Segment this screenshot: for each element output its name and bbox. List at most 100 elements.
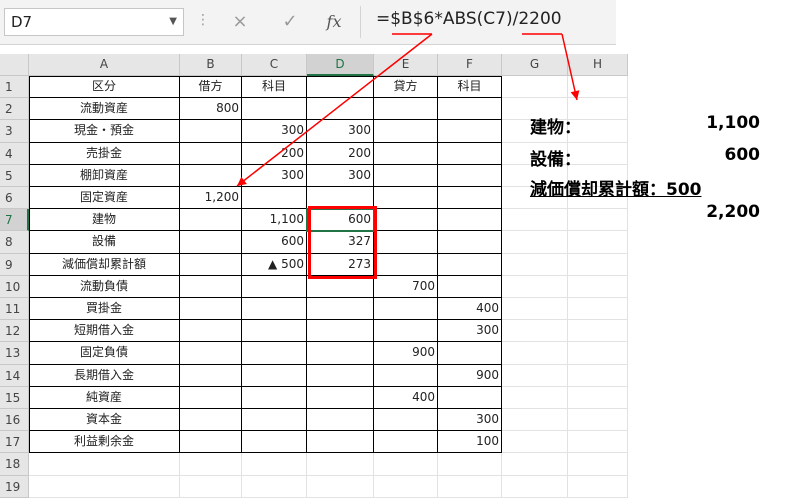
- cell-e18[interactable]: [374, 453, 438, 476]
- cell-b14[interactable]: [180, 364, 242, 387]
- formula-input[interactable]: =$B$6*ABS(C7)/2200: [376, 9, 562, 29]
- cell-f1[interactable]: 科目: [438, 76, 502, 99]
- cell-c14[interactable]: [242, 364, 307, 387]
- cell-d16[interactable]: [307, 409, 374, 432]
- cell-b13[interactable]: [180, 342, 242, 365]
- cell-b15[interactable]: [180, 386, 242, 409]
- cell-g9[interactable]: [502, 253, 568, 276]
- cell-h9[interactable]: [568, 253, 628, 276]
- cell-h18[interactable]: [568, 453, 628, 476]
- cell-h16[interactable]: [568, 409, 628, 432]
- column-header-e[interactable]: E: [374, 54, 438, 76]
- cell-e4[interactable]: [374, 142, 438, 165]
- cell-a18[interactable]: [29, 453, 180, 476]
- cell-f14[interactable]: 900: [438, 364, 502, 387]
- cell-d3[interactable]: 300: [307, 120, 374, 143]
- cell-h17[interactable]: [568, 431, 628, 454]
- cell-c3[interactable]: 300: [242, 120, 307, 143]
- row-header-11[interactable]: 11: [0, 298, 29, 321]
- cell-f12[interactable]: 300: [438, 320, 502, 343]
- cell-c11[interactable]: [242, 298, 307, 321]
- cell-d4[interactable]: 200: [307, 142, 374, 165]
- cell-a8[interactable]: 設備: [29, 231, 180, 254]
- cell-a6[interactable]: 固定資産: [29, 187, 180, 210]
- cell-b6[interactable]: 1,200: [180, 187, 242, 210]
- cell-e16[interactable]: [374, 409, 438, 432]
- cell-c9[interactable]: ▲ 500: [242, 253, 307, 276]
- cell-b11[interactable]: [180, 298, 242, 321]
- cell-g13[interactable]: [502, 342, 568, 365]
- row-header-9[interactable]: 9: [0, 253, 29, 276]
- cell-d8[interactable]: 327: [307, 231, 374, 254]
- cell-d7[interactable]: 600: [307, 209, 374, 232]
- cell-d6[interactable]: [307, 187, 374, 210]
- cell-c15[interactable]: [242, 386, 307, 409]
- cell-d13[interactable]: [307, 342, 374, 365]
- cell-e19[interactable]: [374, 475, 438, 498]
- cell-e5[interactable]: [374, 164, 438, 187]
- cell-a1[interactable]: 区分: [29, 76, 180, 99]
- row-header-12[interactable]: 12: [0, 320, 29, 343]
- row-header-17[interactable]: 17: [0, 431, 29, 454]
- cell-f19[interactable]: [438, 475, 502, 498]
- cell-g17[interactable]: [502, 431, 568, 454]
- cell-e15[interactable]: 400: [374, 386, 438, 409]
- cell-f10[interactable]: [438, 275, 502, 298]
- column-header-c[interactable]: C: [242, 54, 307, 76]
- chevron-down-icon[interactable]: ▼: [169, 9, 177, 35]
- cell-b3[interactable]: [180, 120, 242, 143]
- row-header-10[interactable]: 10: [0, 275, 29, 298]
- cell-c16[interactable]: [242, 409, 307, 432]
- cell-a13[interactable]: 固定負債: [29, 342, 180, 365]
- cell-a4[interactable]: 売掛金: [29, 142, 180, 165]
- cell-h19[interactable]: [568, 475, 628, 498]
- cell-g1[interactable]: [502, 76, 568, 99]
- cell-a10[interactable]: 流動負債: [29, 275, 180, 298]
- cell-e11[interactable]: [374, 298, 438, 321]
- cell-f8[interactable]: [438, 231, 502, 254]
- cell-a2[interactable]: 流動資産: [29, 98, 180, 121]
- cell-e6[interactable]: [374, 187, 438, 210]
- cell-c6[interactable]: [242, 187, 307, 210]
- cell-f7[interactable]: [438, 209, 502, 232]
- row-header-3[interactable]: 3: [0, 120, 29, 143]
- column-header-a[interactable]: A: [29, 54, 180, 76]
- cell-e9[interactable]: [374, 253, 438, 276]
- cell-a15[interactable]: 純資産: [29, 386, 180, 409]
- cell-b7[interactable]: [180, 209, 242, 232]
- cell-d11[interactable]: [307, 298, 374, 321]
- column-header-b[interactable]: B: [180, 54, 242, 76]
- cell-d18[interactable]: [307, 453, 374, 476]
- cell-e2[interactable]: [374, 98, 438, 121]
- insert-function-icon[interactable]: fx: [322, 12, 346, 32]
- cell-b10[interactable]: [180, 275, 242, 298]
- column-header-d[interactable]: D: [307, 54, 374, 76]
- select-all-corner[interactable]: [0, 54, 29, 76]
- cell-h8[interactable]: [568, 231, 628, 254]
- row-header-14[interactable]: 14: [0, 364, 29, 387]
- cell-a14[interactable]: 長期借入金: [29, 364, 180, 387]
- cell-c17[interactable]: [242, 431, 307, 454]
- cell-b16[interactable]: [180, 409, 242, 432]
- cell-a3[interactable]: 現金・預金: [29, 120, 180, 143]
- row-header-6[interactable]: 6: [0, 187, 29, 210]
- row-header-4[interactable]: 4: [0, 142, 29, 165]
- cell-f5[interactable]: [438, 164, 502, 187]
- cell-a7[interactable]: 建物: [29, 209, 180, 232]
- cell-g12[interactable]: [502, 320, 568, 343]
- row-header-18[interactable]: 18: [0, 453, 29, 476]
- cell-e3[interactable]: [374, 120, 438, 143]
- cell-a16[interactable]: 資本金: [29, 409, 180, 432]
- cell-b19[interactable]: [180, 475, 242, 498]
- cell-c10[interactable]: [242, 275, 307, 298]
- cell-d19[interactable]: [307, 475, 374, 498]
- cell-e17[interactable]: [374, 431, 438, 454]
- cell-f18[interactable]: [438, 453, 502, 476]
- cell-h14[interactable]: [568, 364, 628, 387]
- cell-g8[interactable]: [502, 231, 568, 254]
- row-header-2[interactable]: 2: [0, 98, 29, 121]
- cell-e14[interactable]: [374, 364, 438, 387]
- column-header-h[interactable]: H: [568, 54, 628, 76]
- cell-f6[interactable]: [438, 187, 502, 210]
- cell-c19[interactable]: [242, 475, 307, 498]
